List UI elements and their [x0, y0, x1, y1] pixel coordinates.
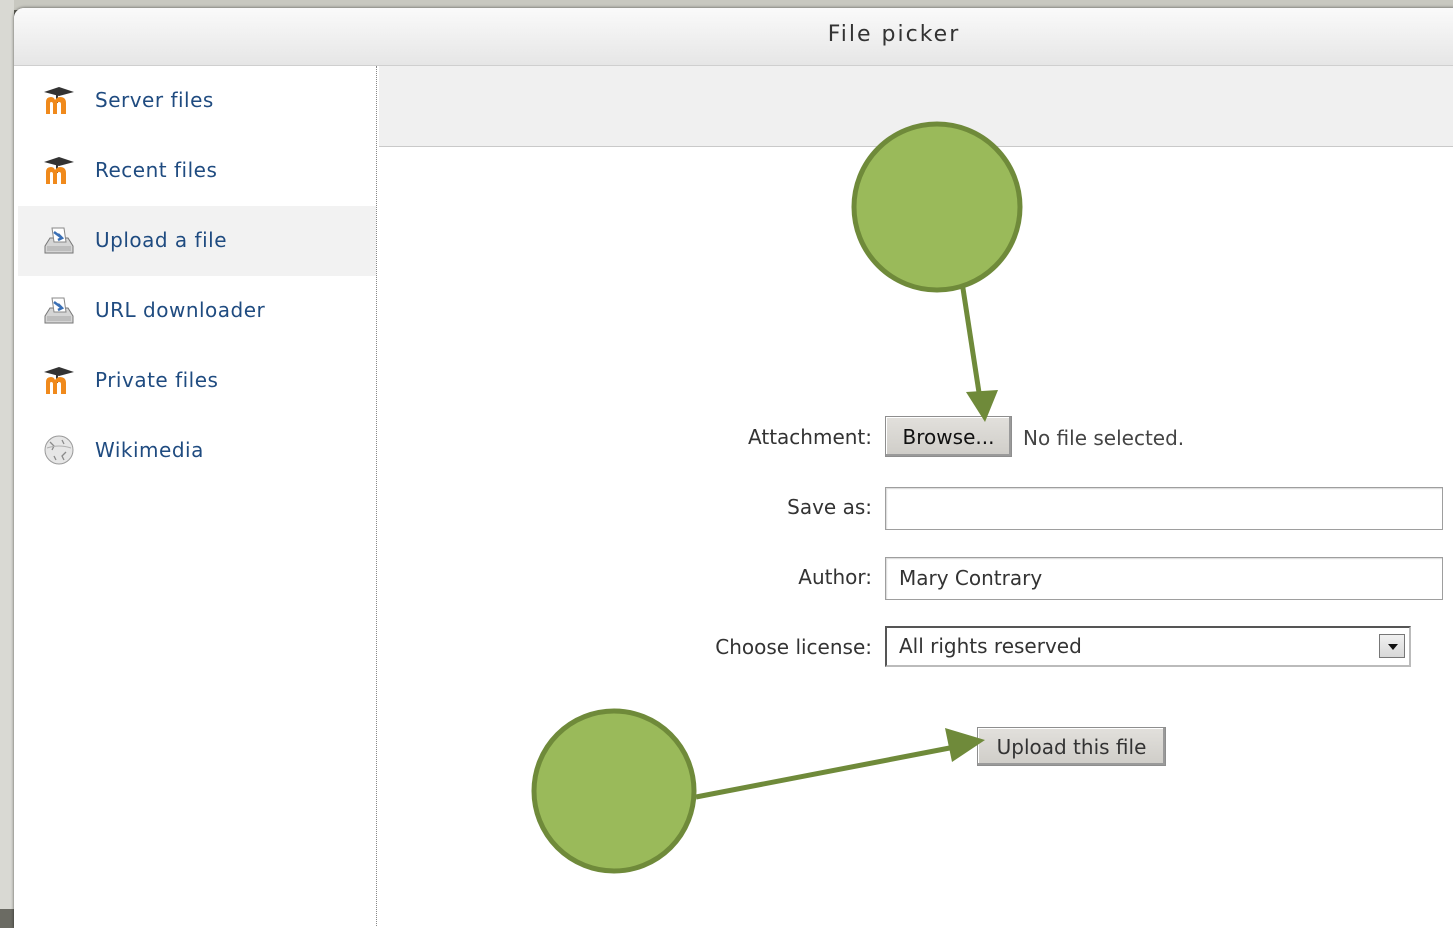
dialog-titlebar[interactable]: File picker	[14, 8, 1453, 66]
dialog-title: File picker	[827, 22, 961, 47]
author-input[interactable]: Mary Contrary	[885, 557, 1443, 600]
license-label: Choose license:	[715, 635, 872, 659]
attachment-label: Attachment:	[748, 425, 872, 449]
upload-this-file-button[interactable]: Upload this file	[977, 727, 1166, 766]
repository-sidebar: Server files Recent files Upload a file	[18, 66, 377, 926]
sidebar-item-server-files[interactable]: Server files	[18, 66, 376, 136]
chevron-down-icon[interactable]	[1379, 634, 1405, 658]
file-picker-toolbar	[379, 66, 1453, 147]
sidebar-item-label: URL downloader	[95, 298, 266, 322]
background-left-edge	[0, 0, 14, 909]
sidebar-item-wikimedia[interactable]: Wikimedia	[18, 416, 376, 486]
upload-form: Attachment: Browse... No file selected. …	[379, 147, 1453, 927]
no-file-selected-text: No file selected.	[1023, 426, 1185, 450]
moodle-icon	[44, 157, 74, 184]
browse-button[interactable]: Browse...	[885, 416, 1012, 457]
license-select[interactable]: All rights reserved	[885, 626, 1411, 667]
download-icon	[44, 297, 74, 324]
sidebar-item-label: Recent files	[95, 158, 218, 182]
sidebar-item-url-downloader[interactable]: URL downloader	[18, 276, 376, 346]
sidebar-item-label: Private files	[95, 368, 219, 392]
sidebar-item-label: Upload a file	[95, 228, 228, 252]
moodle-icon	[44, 367, 74, 394]
wikimedia-globe-icon	[44, 435, 74, 465]
upload-icon	[44, 227, 74, 254]
file-picker-dialog: File picker Server files Recent files Up…	[14, 8, 1453, 928]
sidebar-item-private-files[interactable]: Private files	[18, 346, 376, 416]
author-label: Author:	[798, 565, 872, 589]
save-as-input[interactable]	[885, 487, 1443, 530]
sidebar-item-label: Server files	[95, 88, 214, 112]
license-select-value: All rights reserved	[899, 634, 1082, 658]
save-as-label: Save as:	[787, 495, 872, 519]
sidebar-item-recent-files[interactable]: Recent files	[18, 136, 376, 206]
sidebar-item-upload-a-file[interactable]: Upload a file	[18, 206, 376, 276]
sidebar-item-label: Wikimedia	[95, 438, 204, 462]
moodle-icon	[44, 87, 74, 114]
